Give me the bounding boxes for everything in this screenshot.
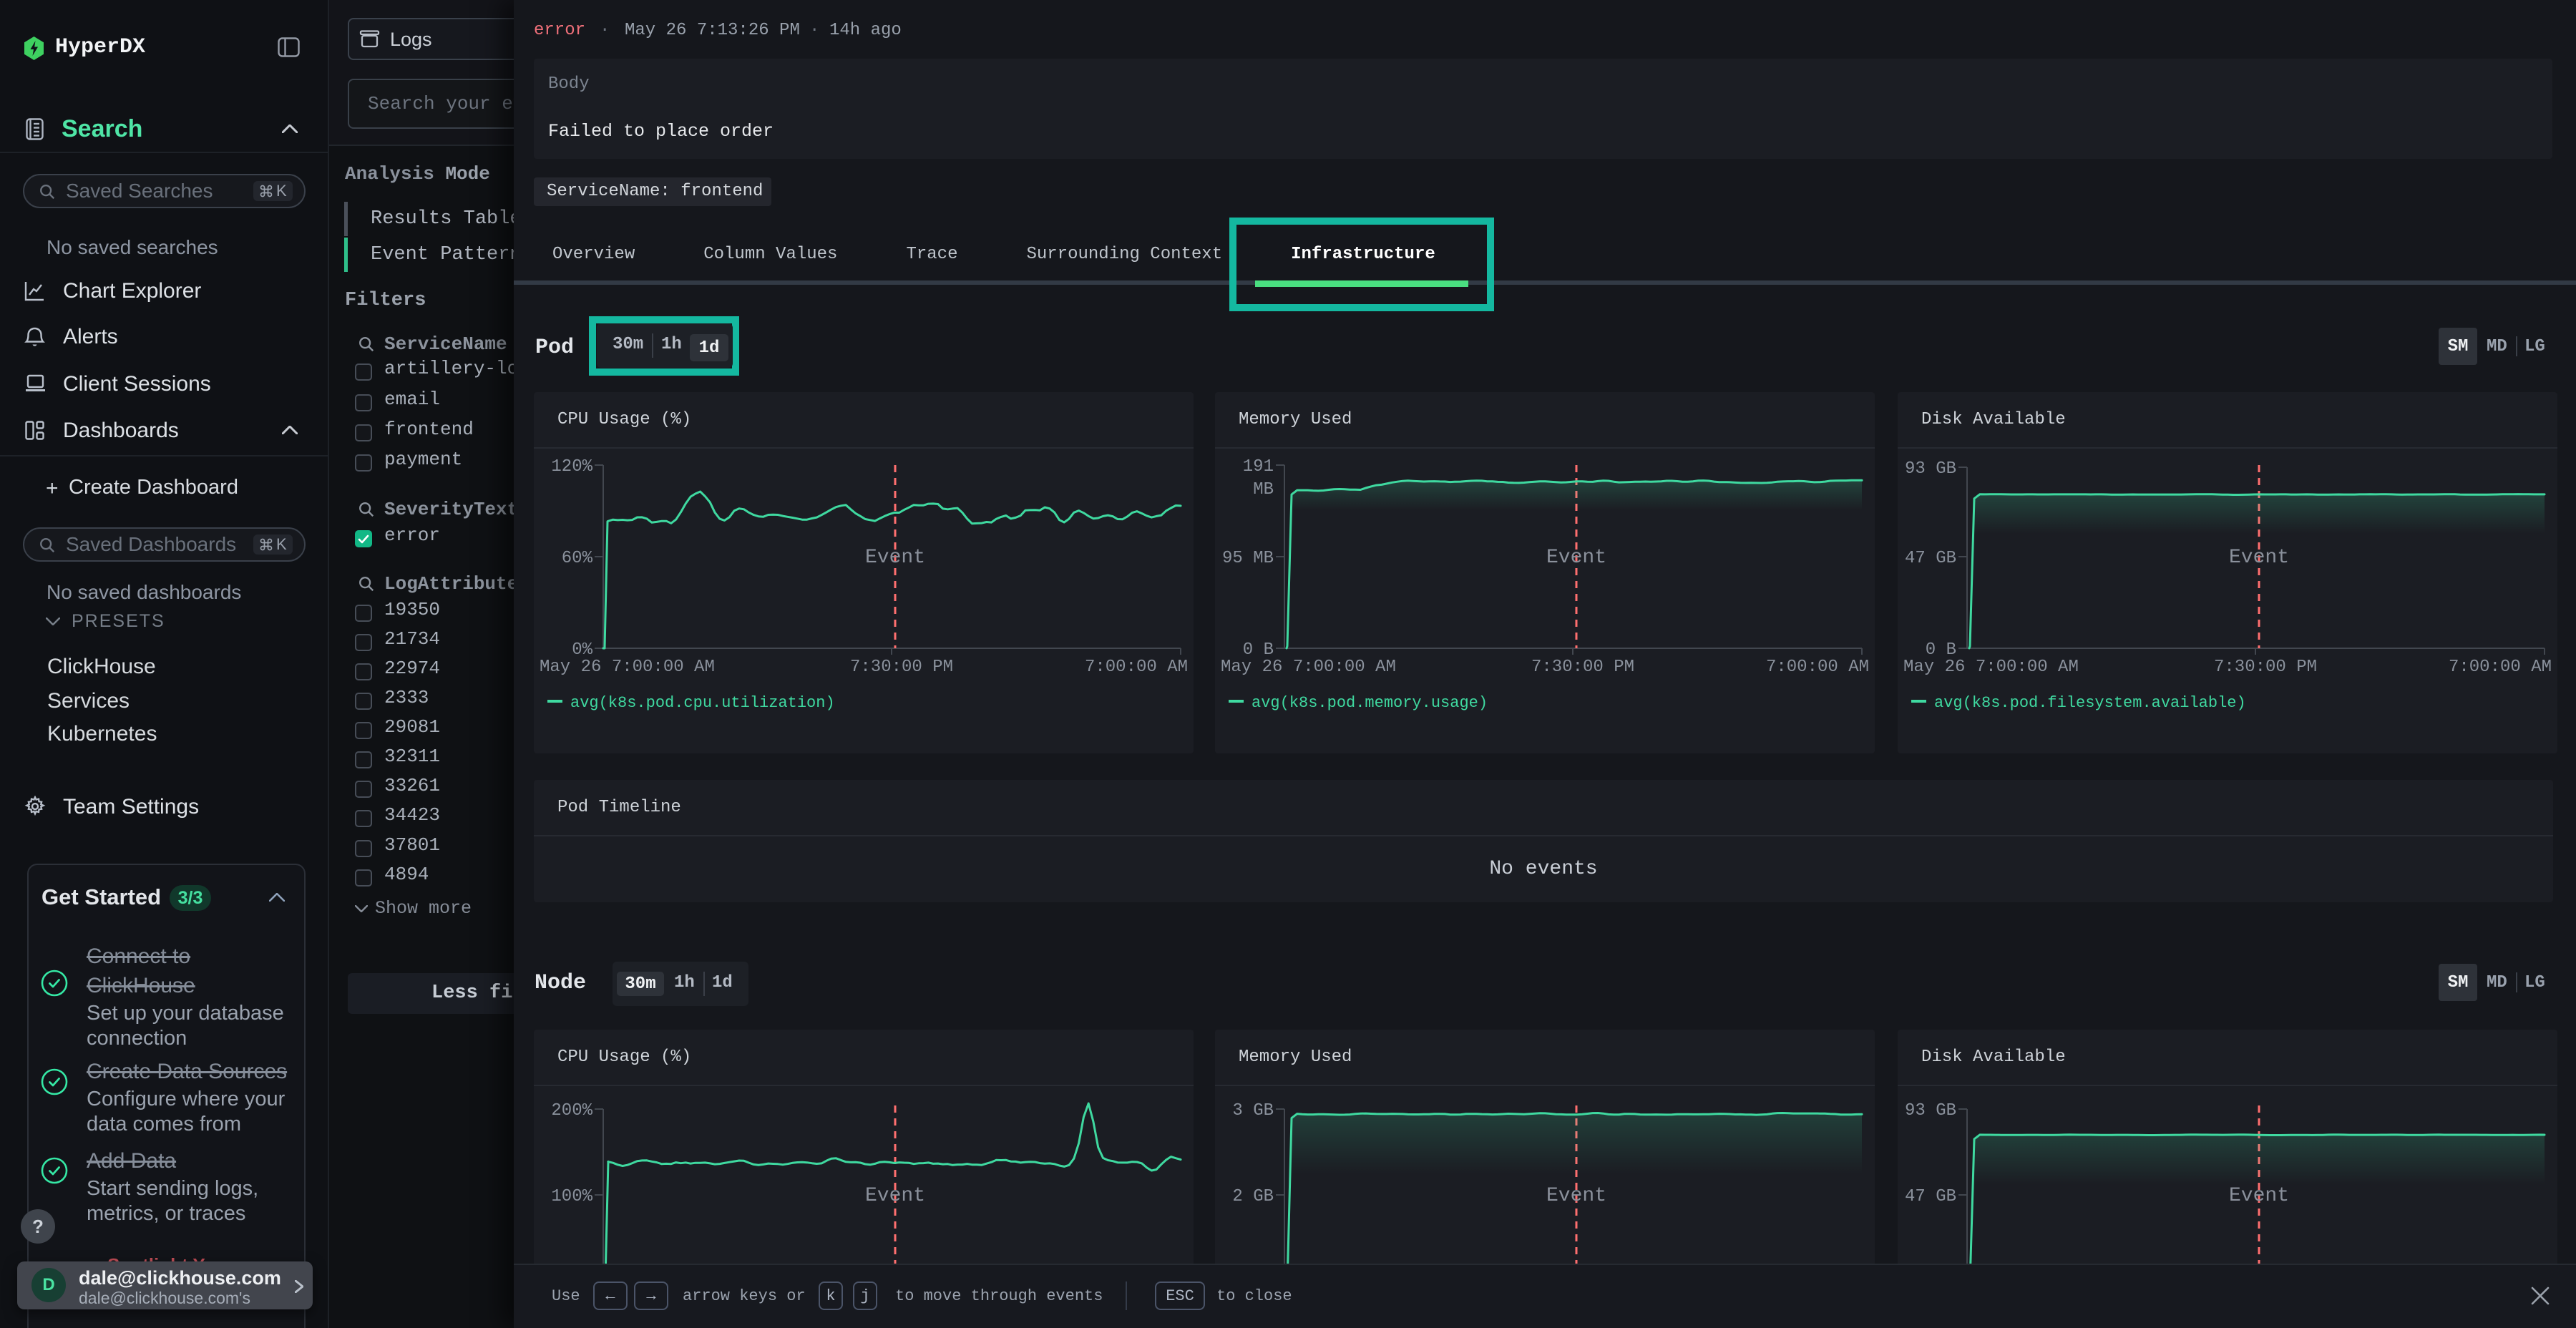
svg-text:0%: 0% xyxy=(572,640,592,660)
svg-text:60%: 60% xyxy=(562,549,593,568)
svg-text:100%: 100% xyxy=(551,1187,592,1206)
svg-text:avg(k8s.pod.filesystem.availab: avg(k8s.pod.filesystem.available) xyxy=(1934,694,2246,712)
svg-text:0 B: 0 B xyxy=(1926,640,1956,660)
svg-text:7:30:00 PM: 7:30:00 PM xyxy=(1531,658,1634,677)
svg-text:2 GB: 2 GB xyxy=(1232,1187,1274,1206)
svg-text:Event: Event xyxy=(1546,1185,1606,1207)
svg-text:May 26 7:00:00 AM: May 26 7:00:00 AM xyxy=(1221,658,1396,677)
svg-text:May 26 7:00:00 AM: May 26 7:00:00 AM xyxy=(1903,658,2079,677)
svg-text:7:00:00 AM: 7:00:00 AM xyxy=(1085,658,1188,677)
svg-text:7:00:00 AM: 7:00:00 AM xyxy=(2449,658,2552,677)
svg-text:7:30:00 PM: 7:30:00 PM xyxy=(850,658,953,677)
svg-text:200%: 200% xyxy=(551,1101,592,1120)
svg-text:93 GB: 93 GB xyxy=(1905,459,1956,479)
svg-text:93 GB: 93 GB xyxy=(1905,1101,1956,1120)
svg-text:Event: Event xyxy=(1546,547,1606,569)
svg-text:MB: MB xyxy=(1253,480,1274,499)
svg-text:47 GB: 47 GB xyxy=(1905,1187,1956,1206)
svg-text:avg(k8s.pod.memory.usage): avg(k8s.pod.memory.usage) xyxy=(1252,694,1488,712)
svg-text:Event: Event xyxy=(865,1185,925,1207)
svg-text:Event: Event xyxy=(2229,1185,2289,1207)
svg-text:7:00:00 AM: 7:00:00 AM xyxy=(1766,658,1869,677)
svg-text:3 GB: 3 GB xyxy=(1232,1101,1274,1120)
svg-text:191: 191 xyxy=(1243,457,1274,477)
svg-text:Event: Event xyxy=(865,547,925,569)
svg-text:95 MB: 95 MB xyxy=(1222,549,1274,568)
svg-text:120%: 120% xyxy=(551,457,592,477)
svg-text:47 GB: 47 GB xyxy=(1905,549,1956,568)
svg-text:May 26 7:00:00 AM: May 26 7:00:00 AM xyxy=(540,658,715,677)
svg-text:0 B: 0 B xyxy=(1243,640,1274,660)
svg-text:avg(k8s.pod.cpu.utilization): avg(k8s.pod.cpu.utilization) xyxy=(570,694,835,712)
svg-text:Event: Event xyxy=(2229,547,2289,569)
svg-text:7:30:00 PM: 7:30:00 PM xyxy=(2214,658,2317,677)
